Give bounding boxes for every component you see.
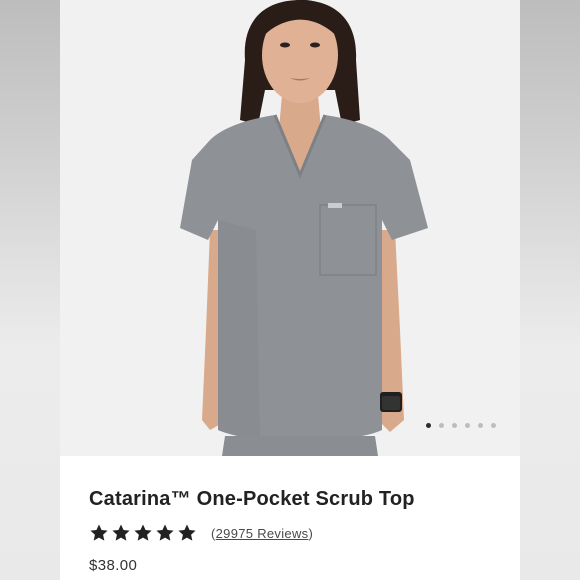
product-photo xyxy=(60,0,520,456)
product-title: Catarina™ One-Pocket Scrub Top xyxy=(89,488,415,510)
left-background-gutter xyxy=(0,0,60,580)
star-icon xyxy=(90,524,108,541)
carousel-dots xyxy=(426,423,496,428)
star-icon xyxy=(178,524,196,541)
reviews-link[interactable]: 29975 Reviews xyxy=(216,526,309,541)
star-icon xyxy=(156,524,174,541)
product-image-carousel[interactable] xyxy=(60,0,520,456)
product-price: $38.00 xyxy=(89,557,138,574)
reviews-close-paren: ) xyxy=(308,525,314,541)
product-info: Catarina™ One-Pocket Scrub Top (29975 Re… xyxy=(60,456,520,580)
star-icon xyxy=(112,524,130,541)
product-rating: (29975 Reviews) xyxy=(89,523,313,543)
star-rating xyxy=(89,523,197,543)
carousel-dot-1[interactable] xyxy=(426,423,431,428)
carousel-dot-3[interactable] xyxy=(452,423,457,428)
right-background-gutter xyxy=(520,0,580,580)
reviews-count: (29975 Reviews) xyxy=(211,526,313,541)
star-icon xyxy=(134,524,152,541)
carousel-dot-2[interactable] xyxy=(439,423,444,428)
carousel-dot-6[interactable] xyxy=(491,423,496,428)
product-card: Catarina™ One-Pocket Scrub Top (29975 Re… xyxy=(60,0,520,580)
carousel-dot-4[interactable] xyxy=(465,423,470,428)
carousel-dot-5[interactable] xyxy=(478,423,483,428)
